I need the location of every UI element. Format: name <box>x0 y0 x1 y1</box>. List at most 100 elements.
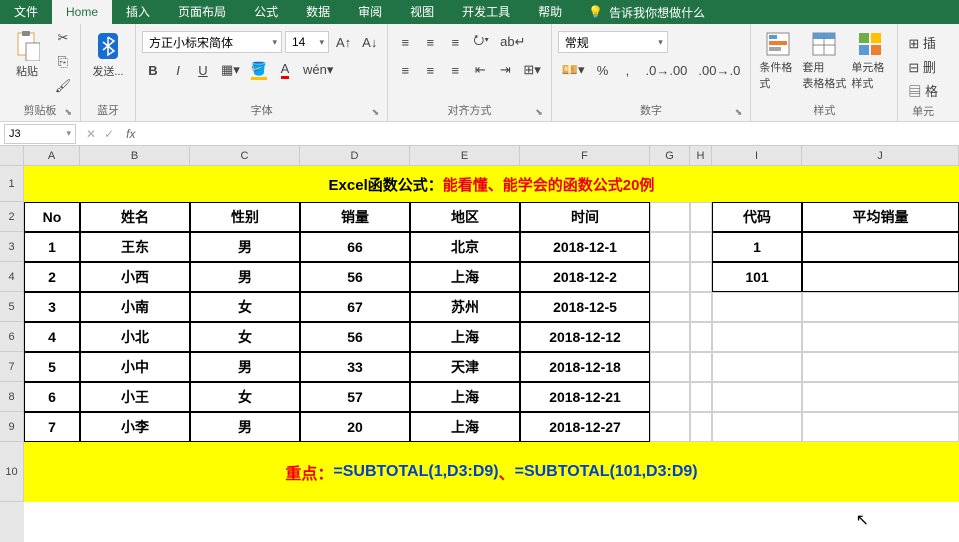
header-cell[interactable]: 平均销量 <box>802 202 959 232</box>
cell[interactable] <box>650 202 690 232</box>
dialog-launcher-icon[interactable]: ⬊ <box>372 107 380 118</box>
tab-developer[interactable]: 开发工具 <box>448 0 524 24</box>
cell-qty[interactable]: 57 <box>300 382 410 412</box>
col-header[interactable]: C <box>190 146 300 166</box>
cell-city[interactable]: 上海 <box>410 262 520 292</box>
insert-cells-button[interactable]: ⊞ 插 <box>904 31 940 53</box>
format-cells-button[interactable]: ▤ 格 <box>904 79 942 101</box>
cell[interactable] <box>712 292 802 322</box>
col-header[interactable]: A <box>24 146 80 166</box>
align-center-button[interactable]: ≡ <box>419 59 441 81</box>
cell-avg[interactable] <box>802 232 959 262</box>
cell-city[interactable]: 北京 <box>410 232 520 262</box>
cell[interactable] <box>802 292 959 322</box>
cell-date[interactable]: 2018-12-5 <box>520 292 650 322</box>
row-header[interactable]: 7 <box>0 352 24 382</box>
cell-sex[interactable]: 男 <box>190 232 300 262</box>
cell-code[interactable]: 101 <box>712 262 802 292</box>
percent-button[interactable]: % <box>591 59 613 81</box>
cell-no[interactable]: 4 <box>24 322 80 352</box>
cell-sex[interactable]: 男 <box>190 412 300 442</box>
cell-no[interactable]: 3 <box>24 292 80 322</box>
increase-indent-button[interactable]: ⇥ <box>494 59 516 81</box>
row-header[interactable]: 10 <box>0 442 24 502</box>
copy-button[interactable]: ⎘ <box>52 51 74 73</box>
cell-date[interactable]: 2018-12-27 <box>520 412 650 442</box>
title-cell[interactable]: Excel函数公式： 能看懂、能学会的函数公式20例 <box>24 166 959 202</box>
tab-view[interactable]: 视图 <box>396 0 448 24</box>
cell-city[interactable]: 上海 <box>410 322 520 352</box>
col-header[interactable]: D <box>300 146 410 166</box>
name-box[interactable]: J3 <box>4 124 76 144</box>
cell-qty[interactable]: 67 <box>300 292 410 322</box>
tab-help[interactable]: 帮助 <box>524 0 576 24</box>
cell-name[interactable]: 王东 <box>80 232 190 262</box>
row-header[interactable]: 2 <box>0 202 24 232</box>
cell-qty[interactable]: 20 <box>300 412 410 442</box>
cell-city[interactable]: 上海 <box>410 412 520 442</box>
align-right-button[interactable]: ≡ <box>444 59 466 81</box>
row-header[interactable]: 5 <box>0 292 24 322</box>
cell[interactable] <box>650 382 690 412</box>
decrease-font-button[interactable]: A↓ <box>358 31 381 53</box>
dialog-launcher-icon[interactable]: ⬊ <box>735 107 743 118</box>
cell[interactable] <box>690 412 712 442</box>
fill-color-button[interactable]: 🪣 <box>247 59 271 81</box>
bluetooth-send-button[interactable]: 发送... <box>87 27 129 83</box>
cell-name[interactable]: 小北 <box>80 322 190 352</box>
cell[interactable] <box>650 352 690 382</box>
cell[interactable] <box>650 262 690 292</box>
cell[interactable] <box>802 322 959 352</box>
align-middle-button[interactable]: ≡ <box>419 31 441 53</box>
cell-no[interactable]: 6 <box>24 382 80 412</box>
header-cell[interactable]: No <box>24 202 80 232</box>
increase-decimal-button[interactable]: .0→.00 <box>641 59 691 81</box>
cell-sex[interactable]: 男 <box>190 262 300 292</box>
wrap-text-button[interactable]: ab↵ <box>496 31 529 53</box>
orientation-button[interactable]: ⭮▾ <box>469 31 493 53</box>
cell-name[interactable]: 小南 <box>80 292 190 322</box>
header-cell[interactable]: 性别 <box>190 202 300 232</box>
col-header[interactable]: H <box>690 146 712 166</box>
cell[interactable] <box>690 202 712 232</box>
tab-file[interactable]: 文件 <box>0 0 52 24</box>
cell[interactable] <box>650 292 690 322</box>
decrease-decimal-button[interactable]: .00→.0 <box>694 59 744 81</box>
col-header[interactable]: G <box>650 146 690 166</box>
cell-city[interactable]: 苏州 <box>410 292 520 322</box>
cell-city[interactable]: 天津 <box>410 352 520 382</box>
align-top-button[interactable]: ≡ <box>394 31 416 53</box>
tab-review[interactable]: 审阅 <box>344 0 396 24</box>
cell-qty[interactable]: 33 <box>300 352 410 382</box>
cell-avg[interactable] <box>802 262 959 292</box>
cell-qty[interactable]: 56 <box>300 262 410 292</box>
font-color-button[interactable]: A <box>274 59 296 81</box>
cell-date[interactable]: 2018-12-2 <box>520 262 650 292</box>
cell-date[interactable]: 2018-12-1 <box>520 232 650 262</box>
cell[interactable] <box>650 322 690 352</box>
cut-button[interactable]: ✂ <box>52 27 74 49</box>
cell[interactable] <box>802 412 959 442</box>
phonetic-button[interactable]: wén▾ <box>299 59 337 81</box>
align-left-button[interactable]: ≡ <box>394 59 416 81</box>
cell-name[interactable]: 小王 <box>80 382 190 412</box>
cell-name[interactable]: 小李 <box>80 412 190 442</box>
dialog-launcher-icon[interactable]: ⬊ <box>64 107 72 118</box>
header-cell[interactable]: 销量 <box>300 202 410 232</box>
cell-name[interactable]: 小中 <box>80 352 190 382</box>
font-name-combo[interactable]: 方正小标宋简体 <box>142 31 282 53</box>
footer-cell[interactable]: 重点： =SUBTOTAL(1,D3:D9) 、 =SUBTOTAL(101,D… <box>24 442 959 502</box>
merge-button[interactable]: ⊞▾ <box>519 59 544 81</box>
cell-sex[interactable]: 女 <box>190 292 300 322</box>
cell[interactable] <box>650 412 690 442</box>
cell[interactable] <box>712 382 802 412</box>
cell[interactable] <box>802 352 959 382</box>
decrease-indent-button[interactable]: ⇤ <box>469 59 491 81</box>
borders-button[interactable]: ▦▾ <box>217 59 244 81</box>
col-header[interactable]: I <box>712 146 802 166</box>
header-cell[interactable]: 时间 <box>520 202 650 232</box>
cell-no[interactable]: 7 <box>24 412 80 442</box>
format-painter-button[interactable]: 🖌 <box>52 75 74 97</box>
formula-input[interactable] <box>141 124 959 144</box>
cell-qty[interactable]: 66 <box>300 232 410 262</box>
